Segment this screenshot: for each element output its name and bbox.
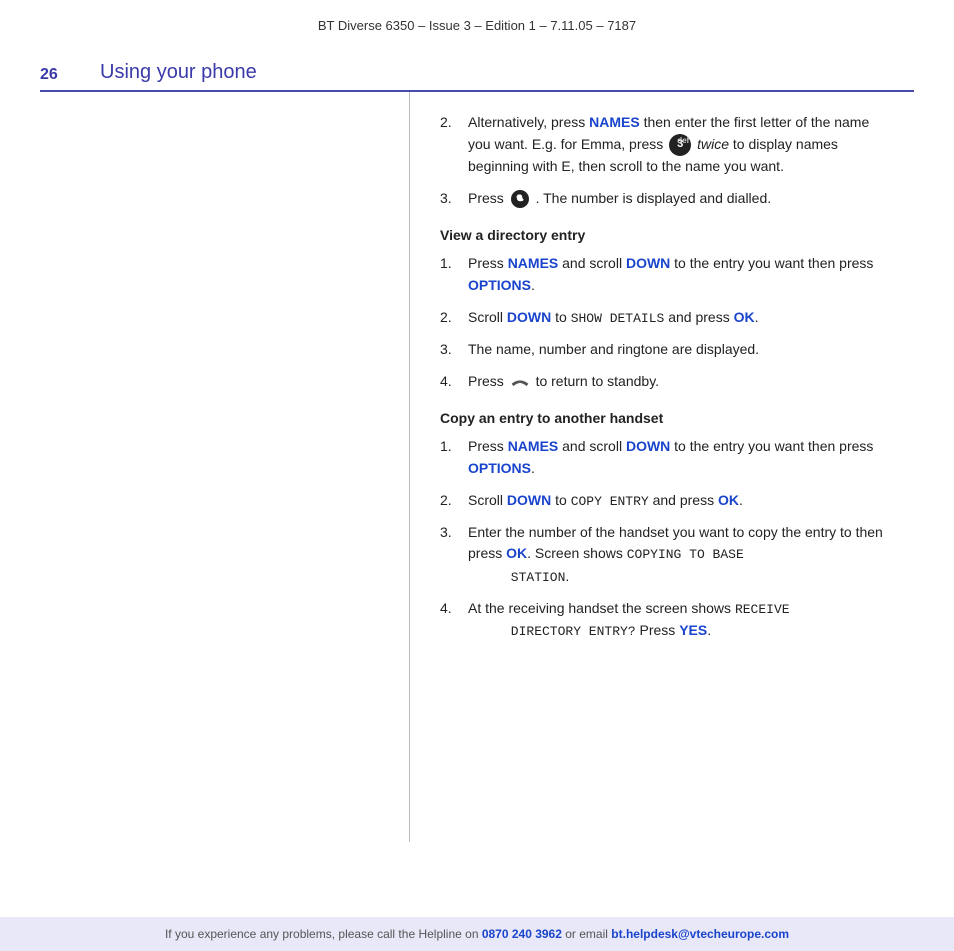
section-title-row: 26 Using your phone — [40, 43, 914, 92]
view-down-2: DOWN — [507, 309, 551, 325]
intro-steps: 2. Alternatively, press NAMES then enter… — [440, 112, 894, 209]
call-icon — [510, 189, 530, 209]
copy-receive-mono2: DIRECTORY ENTRY? — [511, 624, 636, 639]
copy-options-1: OPTIONS — [468, 460, 531, 476]
two-col-layout: 2. Alternatively, press NAMES then enter… — [40, 92, 914, 842]
view-heading: View a directory entry — [440, 227, 894, 243]
copy-entry-mono: COPY ENTRY — [571, 494, 649, 509]
copy-names-1: NAMES — [508, 438, 559, 454]
page-content: 26 Using your phone 2. Alternatively, pr… — [0, 43, 954, 842]
step3-start: Press — [468, 190, 508, 206]
copy-down-1: DOWN — [626, 438, 670, 454]
view-down-1: DOWN — [626, 255, 670, 271]
step-3: 3. Press . The number is displayed and d… — [440, 188, 894, 210]
copy-ok-1: OK — [718, 492, 739, 508]
footer-email: bt.helpdesk@vtecheurope.com — [611, 927, 789, 941]
copy-step-4: 4. At the receiving handset the screen s… — [440, 598, 894, 642]
section-title: Using your phone — [100, 61, 257, 84]
step-2: 2. Alternatively, press NAMES then enter… — [440, 112, 894, 178]
view-step-3: 3. The name, number and ringtone are dis… — [440, 339, 894, 361]
step2-names: NAMES — [589, 114, 640, 130]
copy-base-mono1: COPYING TO BASE — [627, 547, 744, 562]
view-ok-1: OK — [734, 309, 755, 325]
copy-step-1: 1. Press NAMES and scroll DOWN to the en… — [440, 436, 894, 479]
copy-ok-2: OK — [506, 545, 527, 561]
end-call-icon — [510, 374, 530, 390]
copy-steps: 1. Press NAMES and scroll DOWN to the en… — [440, 436, 894, 642]
header-text: BT Diverse 6350 – Issue 3 – Edition 1 – … — [318, 18, 636, 33]
step2-italic: twice — [697, 136, 729, 152]
copy-step-3: 3. Enter the number of the handset you w… — [440, 522, 894, 588]
step3-end: . The number is displayed and dialled. — [536, 190, 772, 206]
key-3-button: def 3 — [669, 134, 691, 156]
view-step-4: 4. Press to return to standby. — [440, 371, 894, 393]
copy-receive-mono1: RECEIVE — [735, 602, 790, 617]
view-steps: 1. Press NAMES and scroll DOWN to the en… — [440, 253, 894, 392]
right-column: 2. Alternatively, press NAMES then enter… — [410, 92, 914, 842]
copy-base-mono2: STATION — [511, 570, 566, 585]
left-column — [40, 92, 410, 842]
view-step-2: 2. Scroll DOWN to SHOW DETAILS and press… — [440, 307, 894, 329]
view-show-details: SHOW DETAILS — [571, 311, 665, 326]
section-number: 26 — [40, 66, 100, 84]
step2-intro: Alternatively, press — [468, 114, 589, 130]
copy-down-2: DOWN — [507, 492, 551, 508]
page-footer: If you experience any problems, please c… — [0, 917, 954, 951]
view-step3-text: The name, number and ringtone are displa… — [468, 339, 759, 361]
copy-heading: Copy an entry to another handset — [440, 410, 894, 426]
footer-text-start: If you experience any problems, please c… — [165, 927, 482, 941]
copy-yes: YES — [679, 622, 707, 638]
footer-phone: 0870 240 3962 — [482, 927, 562, 941]
footer-text-mid: or email — [562, 927, 611, 941]
view-step-1: 1. Press NAMES and scroll DOWN to the en… — [440, 253, 894, 296]
view-names-1: NAMES — [508, 255, 559, 271]
copy-step-2: 2. Scroll DOWN to COPY ENTRY and press O… — [440, 490, 894, 512]
page-header: BT Diverse 6350 – Issue 3 – Edition 1 – … — [0, 0, 954, 43]
view-options-1: OPTIONS — [468, 277, 531, 293]
